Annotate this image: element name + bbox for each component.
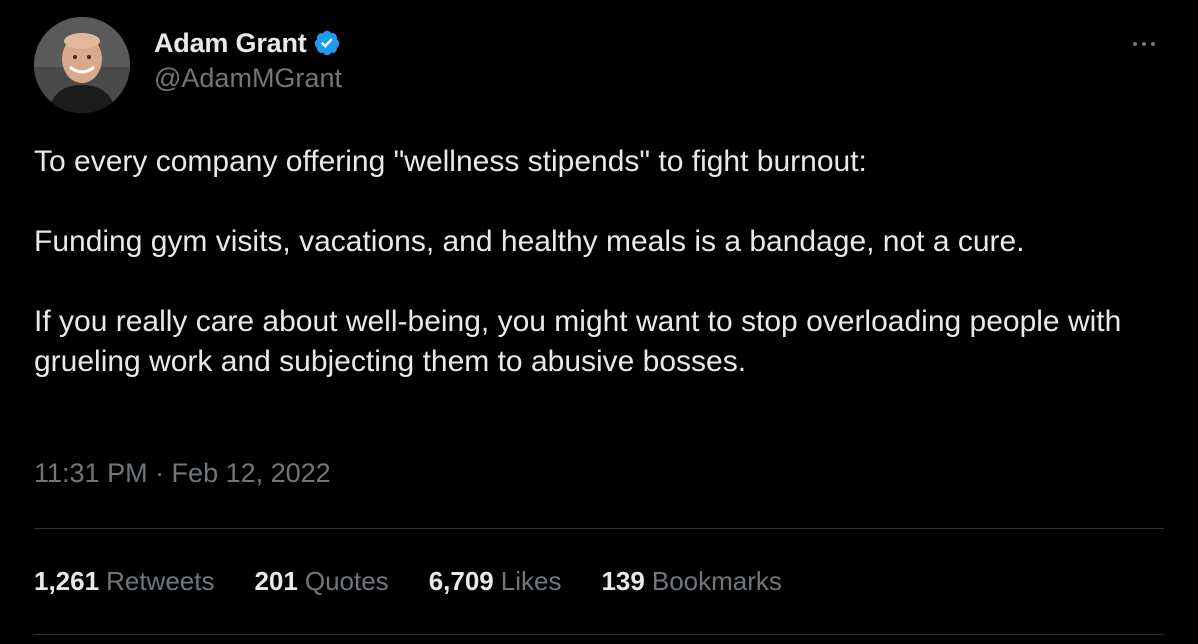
bookmarks-count: 139 bbox=[601, 566, 645, 596]
tweet-paragraph: If you really care about well-being, you… bbox=[34, 305, 1130, 378]
tweet-header: Adam Grant @AdamMGrant bbox=[34, 17, 1164, 113]
more-dot-icon bbox=[1133, 42, 1137, 46]
quotes-stat[interactable]: 201 Quotes bbox=[254, 566, 388, 597]
quotes-label: Quotes bbox=[304, 566, 389, 596]
retweets-label: Retweets bbox=[106, 566, 215, 596]
tweet-card: Adam Grant @AdamMGrant To every company … bbox=[0, 0, 1198, 644]
divider bbox=[34, 634, 1164, 635]
engagement-stats: 1,261 Retweets 201 Quotes 6,709 Likes 139 Bo… bbox=[34, 566, 822, 597]
retweets-count: 1,261 bbox=[34, 566, 100, 596]
tweet-timestamp[interactable]: 11:31 PM · Feb 12, 2022 bbox=[34, 458, 331, 489]
avatar-image bbox=[34, 17, 130, 113]
tweet-text: To every company offering "wellness stip… bbox=[34, 142, 1144, 382]
verified-badge-icon bbox=[313, 29, 341, 57]
tweet-paragraph: Funding gym visits, vacations, and healt… bbox=[34, 225, 1025, 258]
likes-stat[interactable]: 6,709 Likes bbox=[429, 566, 562, 597]
display-name-row: Adam Grant bbox=[154, 25, 342, 61]
divider bbox=[34, 528, 1164, 529]
likes-label: Likes bbox=[500, 566, 562, 596]
author-names: Adam Grant @AdamMGrant bbox=[154, 25, 342, 94]
quotes-count: 201 bbox=[254, 566, 298, 596]
more-dot-icon bbox=[1151, 42, 1155, 46]
likes-count: 6,709 bbox=[428, 566, 494, 596]
more-options-button[interactable] bbox=[1124, 37, 1164, 51]
more-dot-icon bbox=[1142, 42, 1146, 46]
tweet-paragraph: To every company offering "wellness stip… bbox=[34, 145, 867, 178]
avatar[interactable] bbox=[34, 17, 130, 113]
bookmarks-stat[interactable]: 139 Bookmarks bbox=[601, 566, 781, 597]
bookmarks-label: Bookmarks bbox=[651, 566, 782, 596]
author-display-name[interactable]: Adam Grant bbox=[154, 28, 307, 59]
author-handle[interactable]: @AdamMGrant bbox=[154, 63, 342, 94]
retweets-stat[interactable]: 1,261 Retweets bbox=[34, 566, 214, 597]
